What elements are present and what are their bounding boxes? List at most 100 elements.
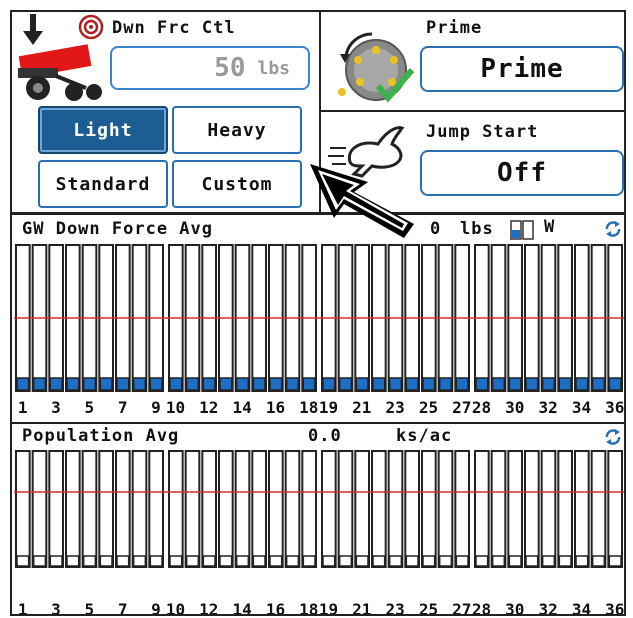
panel-divider xyxy=(12,422,624,424)
row-level-34 xyxy=(575,377,589,391)
row-level-6 xyxy=(99,377,113,391)
down-force-row-ticks: 1 3 5 7 9 10 12 14 16 18 19 21 23 25 27 28 30 32 34 36 xyxy=(12,398,625,418)
row-level-29 xyxy=(491,555,506,567)
row-level-15 xyxy=(252,555,266,567)
population-avg-unit: ks/ac xyxy=(396,426,453,446)
row-tick-label: 23 xyxy=(385,398,405,417)
row-bar-10 xyxy=(168,450,184,568)
row-level-19 xyxy=(322,555,336,567)
row-level-29 xyxy=(491,377,506,391)
row-bar-8 xyxy=(131,450,148,568)
row-bar-15 xyxy=(251,450,267,568)
row-bar-22 xyxy=(371,450,387,568)
row-level-21 xyxy=(355,377,369,391)
row-bar-17 xyxy=(284,450,301,568)
planter-icon xyxy=(16,42,104,104)
row-level-10 xyxy=(169,555,183,567)
row-level-15 xyxy=(252,377,266,391)
down-force-bars-svg xyxy=(14,244,624,392)
row-tick-label: 3 xyxy=(51,398,61,417)
row-tick-label: 14 xyxy=(232,600,252,616)
row-level-13 xyxy=(219,377,233,391)
row-level-27 xyxy=(455,555,469,567)
row-tick-label: 28 xyxy=(471,398,492,417)
row-tick-label: 16 xyxy=(265,600,286,616)
row-bar-24 xyxy=(404,450,421,568)
monitor-screen: Dwn Frc Ctl 50 lbs Light Heavy Standard … xyxy=(10,10,626,616)
row-tick-label: 10 xyxy=(165,398,186,417)
row-tick-label: 1 xyxy=(17,600,28,616)
row-tick-label: 5 xyxy=(84,398,95,417)
row-level-11 xyxy=(185,377,200,391)
down-force-avg-unit: lbs xyxy=(460,219,494,239)
row-tick-label: 7 xyxy=(117,600,128,616)
row-bar-20 xyxy=(337,450,354,568)
refresh-icon[interactable] xyxy=(604,428,622,446)
row-level-33 xyxy=(558,555,572,567)
row-level-17 xyxy=(285,377,300,391)
down-force-value-field[interactable]: 50 lbs xyxy=(110,46,310,90)
row-bar-12 xyxy=(201,450,217,568)
row-bar-31 xyxy=(524,450,540,568)
population-row-ticks: 1 3 5 7 9 10 12 14 16 18 19 21 23 25 27 28 30 32 34 36 xyxy=(12,600,625,616)
battery-icon xyxy=(510,219,534,241)
row-bar-1 xyxy=(15,450,31,568)
row-tick-label: 21 xyxy=(352,398,372,417)
row-level-23 xyxy=(388,377,403,391)
row-tick-label: 1 xyxy=(17,398,28,417)
row-bar-32 xyxy=(540,450,557,568)
light-mode-button[interactable]: Light xyxy=(38,106,168,154)
row-level-35 xyxy=(591,555,606,567)
row-level-9 xyxy=(149,377,163,391)
refresh-icon[interactable] xyxy=(604,220,622,238)
heavy-mode-button[interactable]: Heavy xyxy=(172,106,302,154)
row-bar-6 xyxy=(98,450,115,568)
row-tick-label: 32 xyxy=(538,600,558,616)
population-avg-value: 0.0 xyxy=(308,426,342,446)
row-tick-label: 34 xyxy=(571,600,592,616)
pointer-arrow-icon xyxy=(308,160,418,240)
prime-button[interactable]: Prime xyxy=(420,46,624,92)
row-tick-label: 18 xyxy=(299,600,319,616)
row-level-14 xyxy=(235,377,250,391)
row-level-36 xyxy=(608,555,622,567)
row-tick-label: 30 xyxy=(505,398,525,417)
row-tick-label: 9 xyxy=(151,398,161,417)
row-bar-11 xyxy=(184,450,201,568)
row-tick-label: 7 xyxy=(117,398,128,417)
row-level-4 xyxy=(66,555,80,567)
row-bar-27 xyxy=(454,450,471,568)
row-bar-2 xyxy=(31,450,48,568)
row-bar-35 xyxy=(590,450,607,568)
row-level-5 xyxy=(82,377,97,391)
row-level-30 xyxy=(508,377,522,391)
row-bar-3 xyxy=(48,450,64,568)
row-tick-label: 27 xyxy=(452,398,472,417)
row-tick-label: 5 xyxy=(84,600,95,616)
row-bar-16 xyxy=(268,450,284,568)
row-level-4 xyxy=(66,377,80,391)
row-level-20 xyxy=(338,555,353,567)
row-tick-label: 30 xyxy=(505,600,525,616)
row-level-23 xyxy=(388,555,403,567)
row-tick-label: 36 xyxy=(605,398,625,417)
row-level-17 xyxy=(285,555,300,567)
row-tick-label: 21 xyxy=(352,600,372,616)
row-level-5 xyxy=(82,555,97,567)
row-level-28 xyxy=(475,377,489,391)
row-level-12 xyxy=(202,377,216,391)
row-bar-23 xyxy=(387,450,404,568)
row-tick-label: 12 xyxy=(199,600,219,616)
jump-start-button[interactable]: Off xyxy=(420,150,624,196)
row-tick-label: 36 xyxy=(605,600,625,616)
row-bar-5 xyxy=(81,450,98,568)
custom-mode-button[interactable]: Custom xyxy=(172,160,302,208)
row-level-10 xyxy=(169,377,183,391)
row-level-27 xyxy=(455,377,469,391)
row-level-24 xyxy=(405,555,419,567)
standard-mode-button[interactable]: Standard xyxy=(38,160,168,208)
row-bar-7 xyxy=(115,450,131,568)
row-tick-label: 34 xyxy=(571,398,592,417)
row-bar-29 xyxy=(490,450,507,568)
population-panel-title: Population Avg xyxy=(22,426,180,446)
